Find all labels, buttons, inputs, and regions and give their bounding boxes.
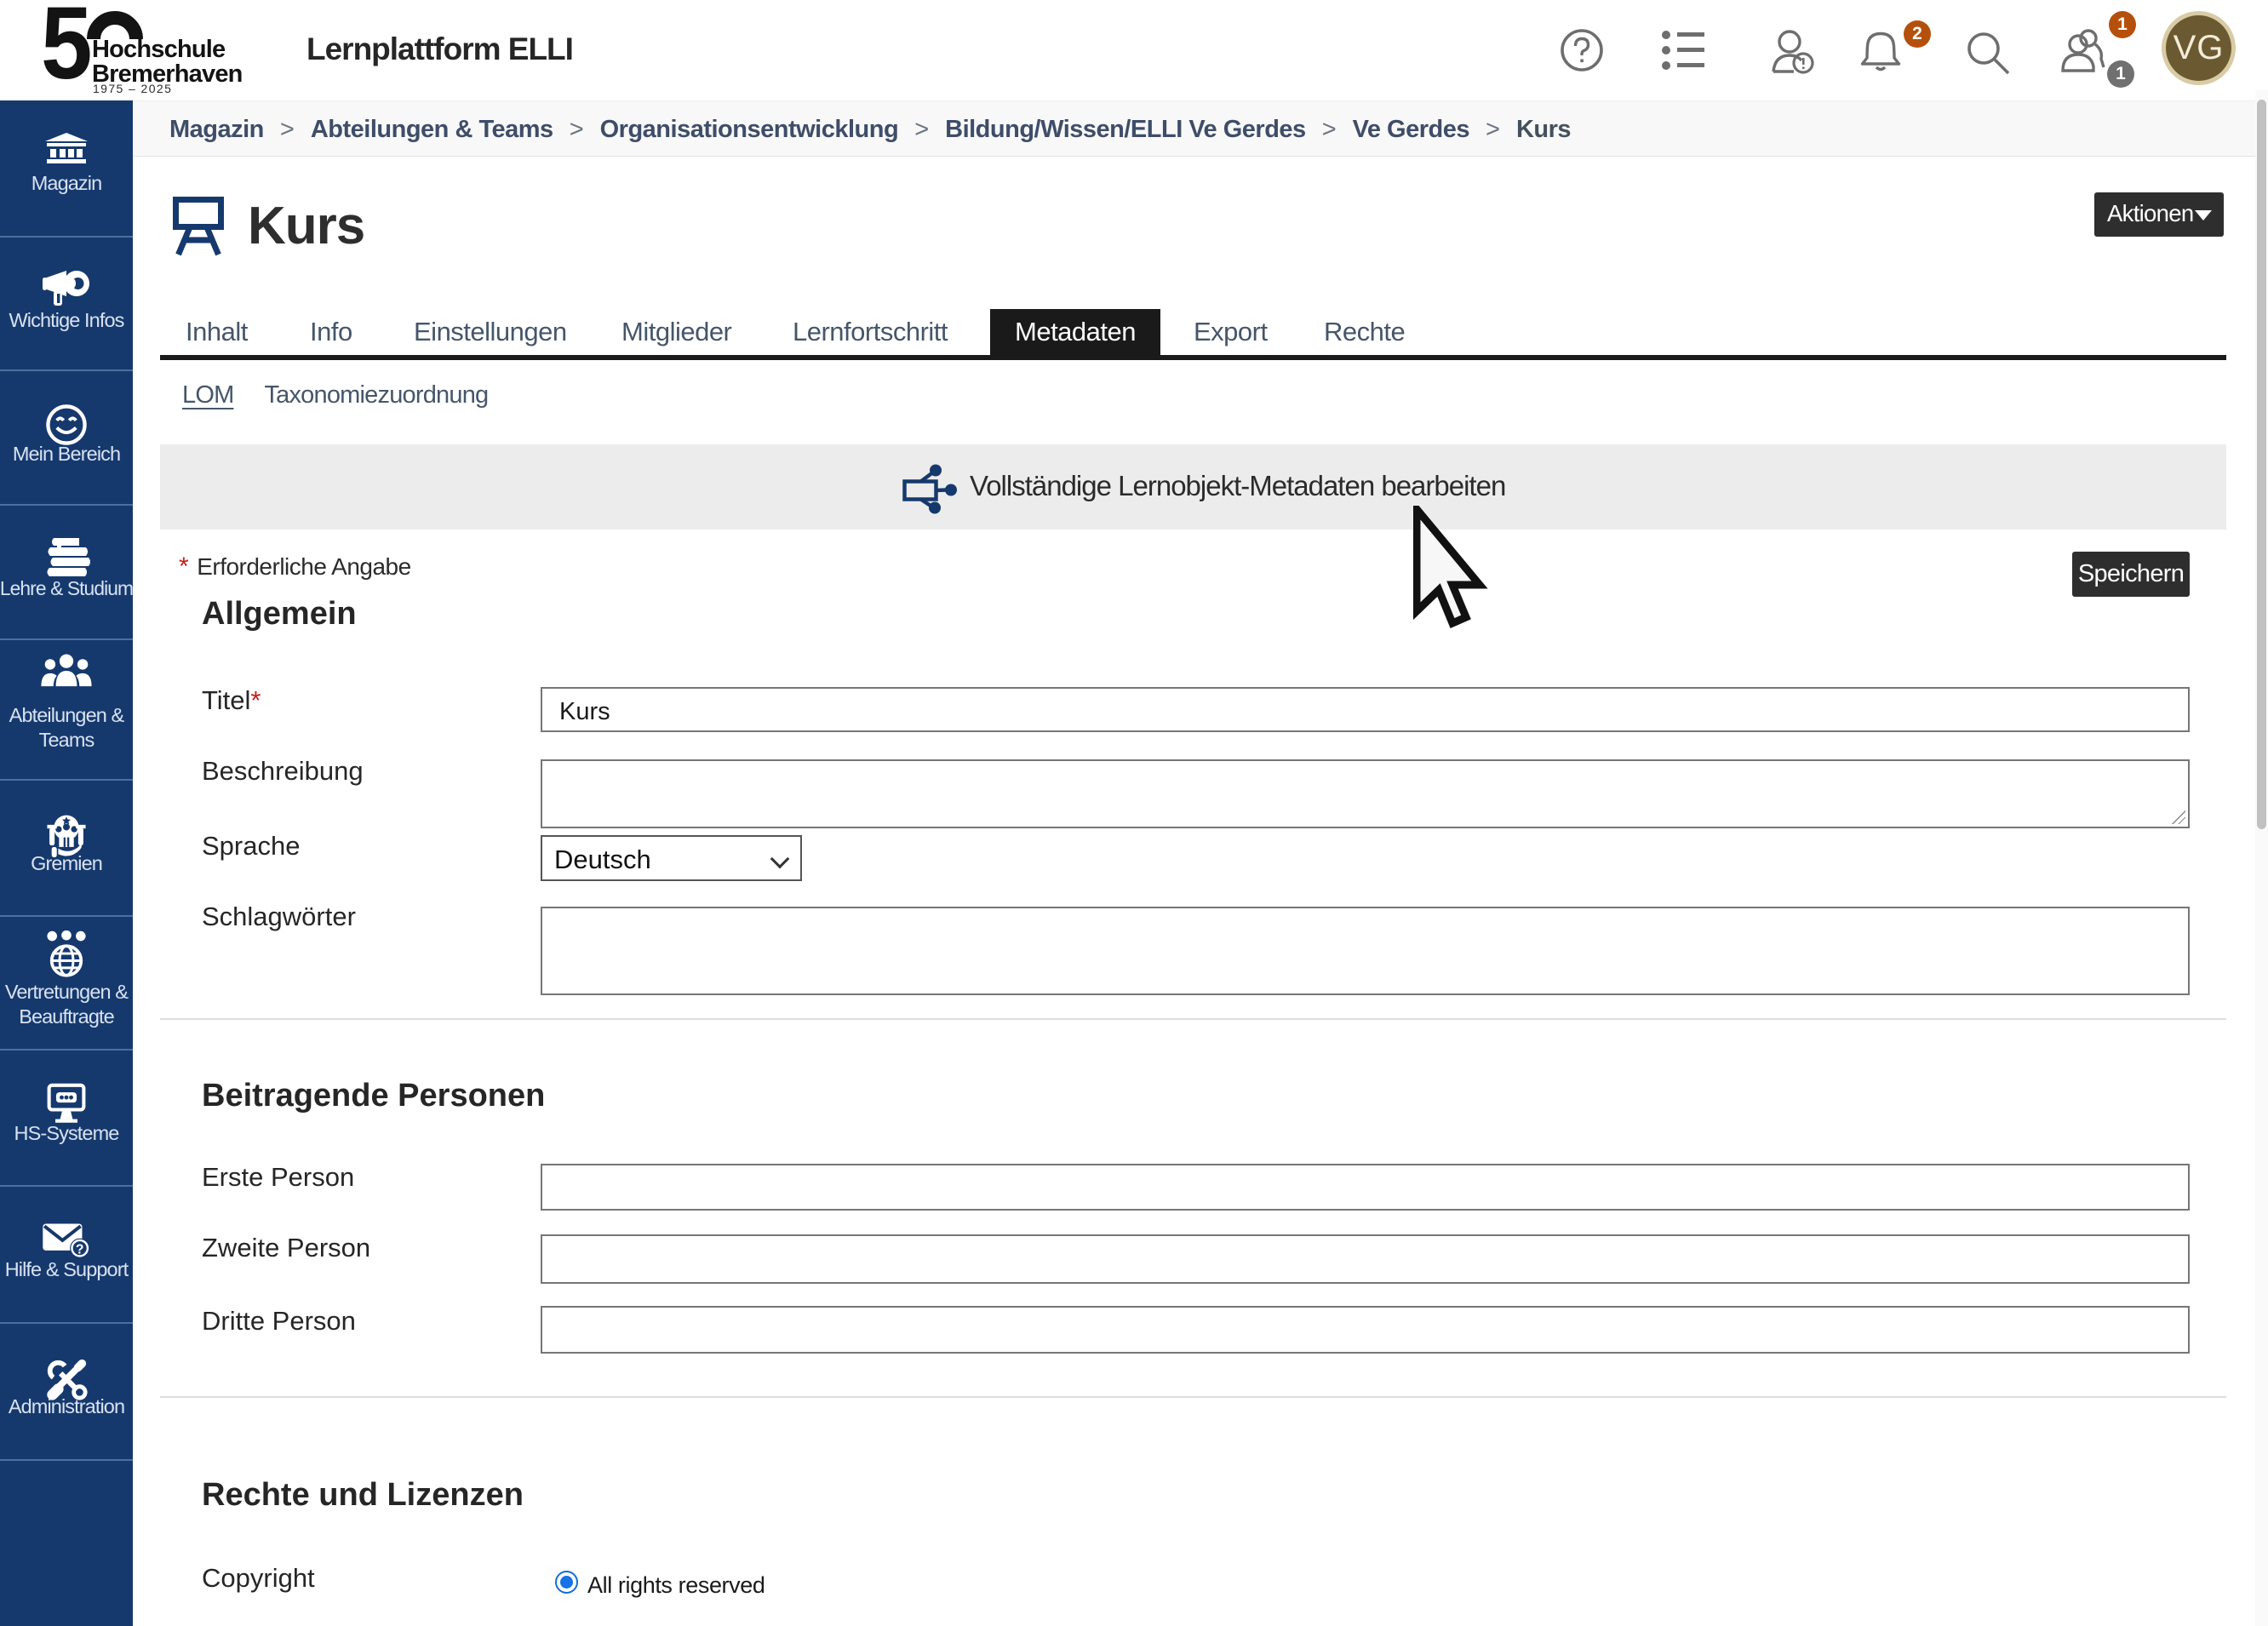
- svg-text:?: ?: [76, 1243, 84, 1257]
